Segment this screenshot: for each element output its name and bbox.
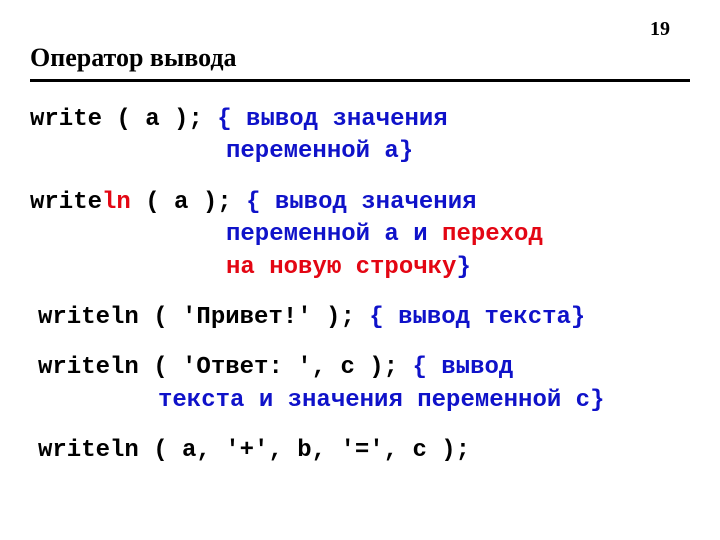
- code-block-4: writeln ( 'Ответ: ', c ); { вывод текста…: [38, 352, 690, 417]
- pad: [398, 354, 412, 381]
- code-writeln-args: ( a );: [131, 189, 232, 216]
- page-number: 19: [30, 18, 690, 41]
- comment-1b: переменной a}: [226, 138, 413, 165]
- code-block-1: write ( a ); { вывод значения переменной…: [30, 104, 690, 169]
- comment-2a: { вывод значения: [246, 189, 476, 216]
- comment-2b-red: переход: [442, 221, 543, 248]
- pad: [203, 106, 217, 133]
- divider: [30, 79, 690, 82]
- code-writeln-otvet: writeln ( 'Ответ: ', c );: [38, 354, 398, 381]
- slide-title: Оператор вывода: [30, 43, 690, 73]
- code-block-3: writeln ( 'Привет!' ); { вывод текста}: [38, 302, 690, 334]
- code-writeln-write: write: [30, 189, 102, 216]
- code-block-2: writeln ( a ); { вывод значения переменн…: [30, 187, 690, 284]
- comment-3: { вывод текста}: [369, 304, 585, 331]
- code-writeln-privet: writeln ( 'Привет!' );: [38, 304, 369, 331]
- comment-2c-red: на новую строчку: [226, 254, 456, 281]
- comment-2c-brace: }: [456, 254, 470, 281]
- comment-2b: переменной a и: [226, 221, 442, 248]
- comment-4a: { вывод: [412, 354, 513, 381]
- code-block-5: writeln ( a, '+', b, '=', c );: [38, 435, 690, 467]
- code-writeln-abc: writeln ( a, '+', b, '=', c );: [38, 437, 470, 464]
- comment-1a: { вывод значения: [217, 106, 447, 133]
- pad: [232, 189, 246, 216]
- code-write-a: write ( a );: [30, 106, 203, 133]
- code-writeln-ln: ln: [102, 189, 131, 216]
- comment-4b: текста и значения переменной c}: [158, 387, 604, 414]
